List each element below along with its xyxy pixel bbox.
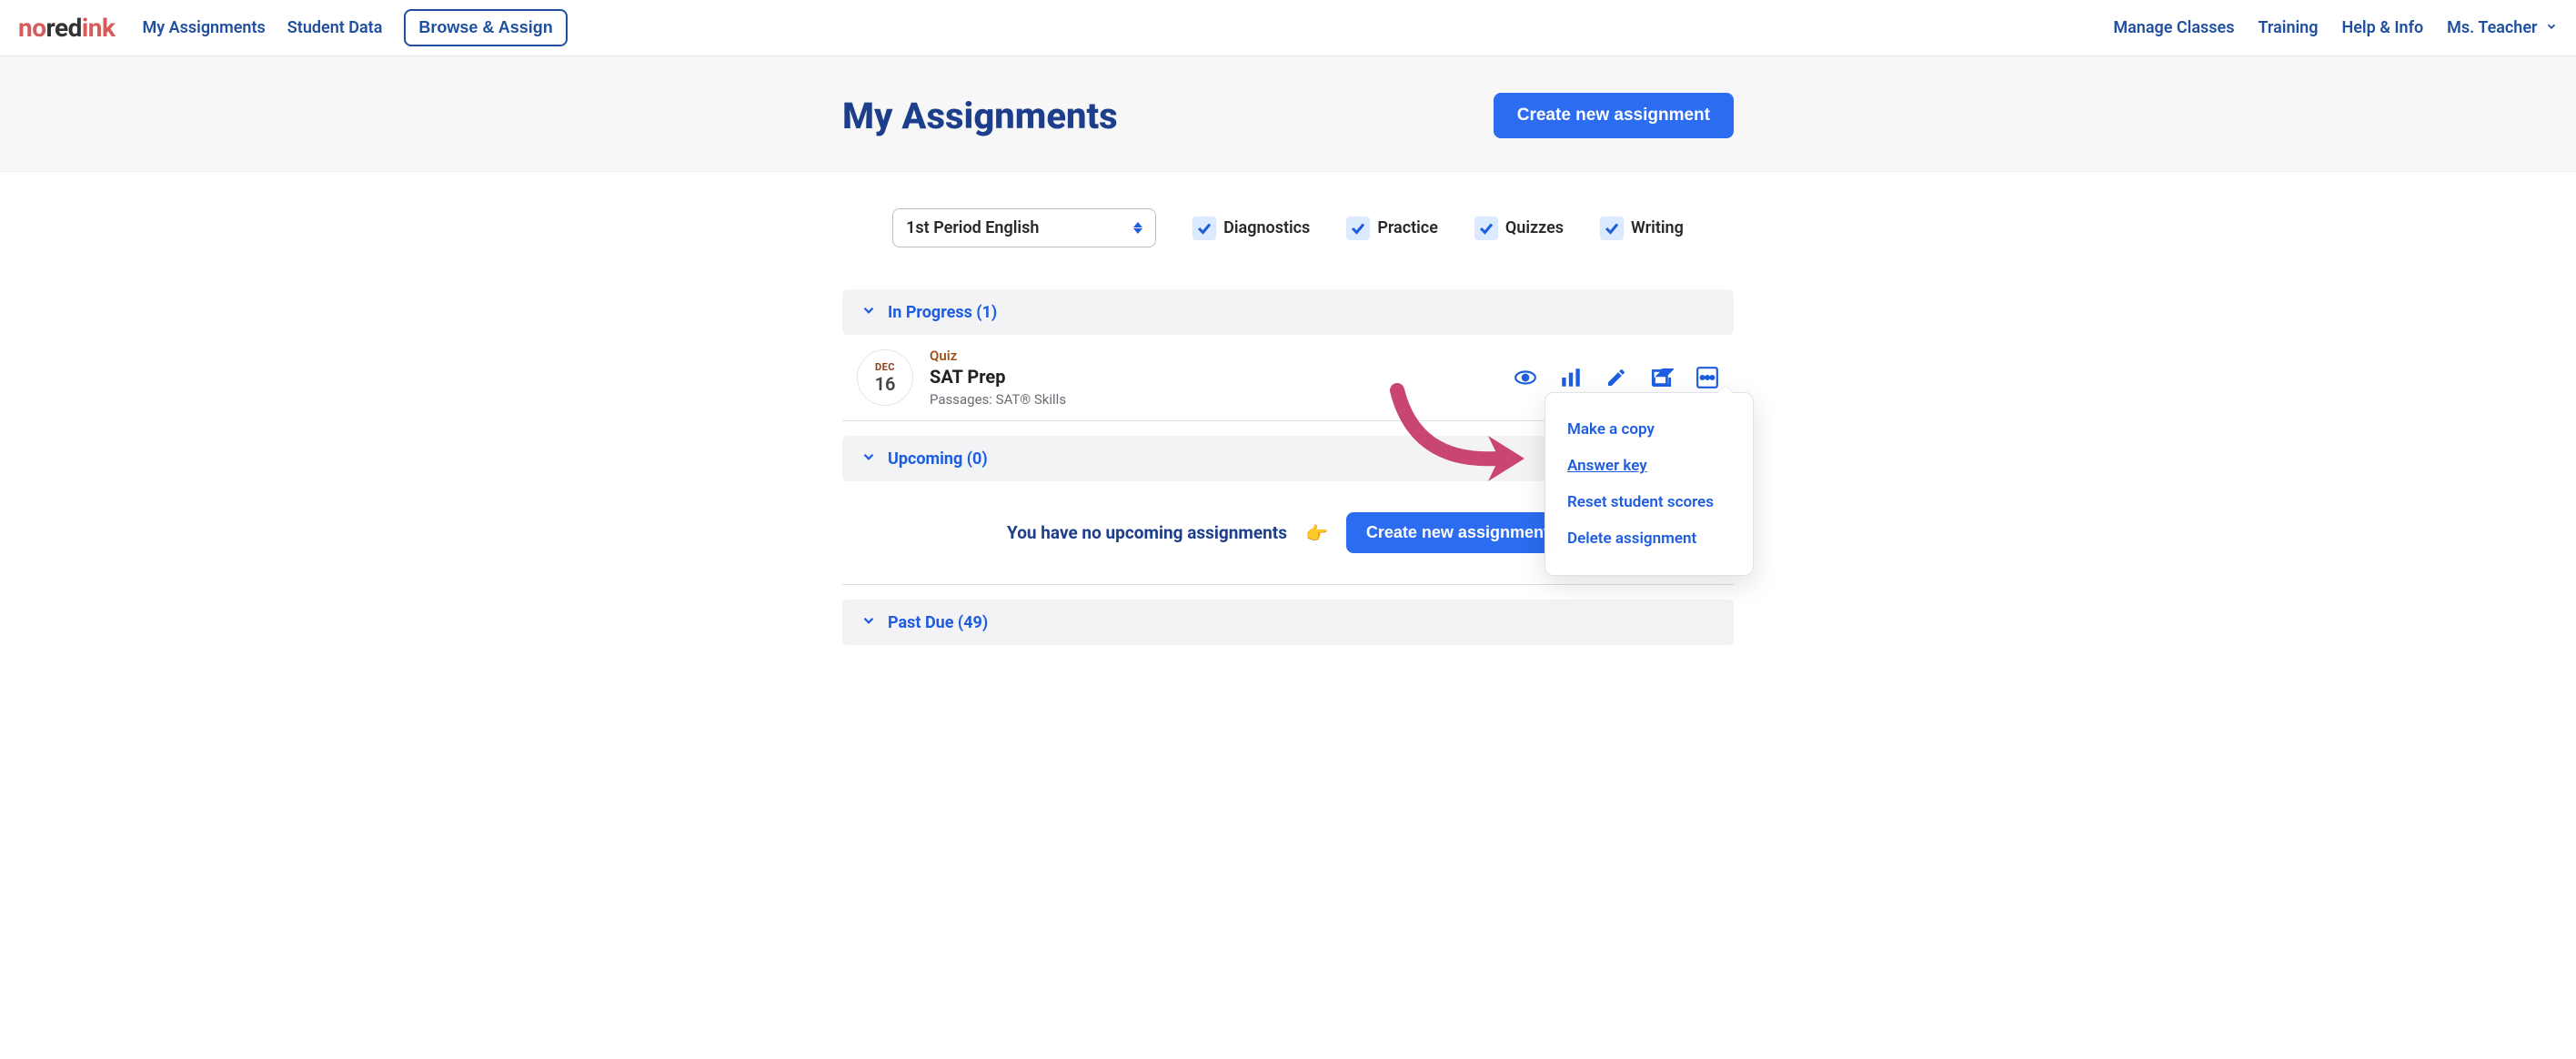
nav-training[interactable]: Training (2258, 18, 2318, 37)
page-header: My Assignments Create new assignment (0, 56, 2576, 172)
chevron-down-icon (860, 302, 877, 322)
logo-part-no: no (18, 13, 46, 43)
nav-user-label: Ms. Teacher (2447, 18, 2537, 37)
assignment-actions (1514, 366, 1719, 389)
select-sort-icon (1133, 222, 1142, 234)
class-select-value: 1st Period English (906, 218, 1039, 237)
date-day: 16 (875, 373, 896, 395)
filter-writing[interactable]: Writing (1600, 217, 1684, 240)
edit-icon[interactable] (1605, 366, 1628, 389)
nav-help-info[interactable]: Help & Info (2341, 18, 2423, 37)
create-assignment-button-inline[interactable]: Create new assignment (1346, 512, 1569, 553)
filter-quizzes[interactable]: Quizzes (1474, 217, 1564, 240)
more-popover: Make a copy Answer key Reset student sco… (1545, 392, 1754, 576)
logo-part-red: red (46, 13, 82, 43)
assignment-subtitle: Passages: SAT® Skills (930, 391, 1066, 408)
nav-left-group: My Assignments Student Data Browse & Ass… (142, 9, 567, 46)
nav-my-assignments[interactable]: My Assignments (142, 18, 265, 37)
date-month: DEC (875, 361, 895, 373)
empty-text: You have no upcoming assignments (1007, 522, 1287, 543)
filter-practice[interactable]: Practice (1346, 217, 1438, 240)
section-label: In Progress (1) (888, 303, 997, 322)
section-label: Past Due (49) (888, 613, 988, 632)
section-label: Upcoming (0) (888, 449, 988, 469)
checkbox-checked-icon (1600, 217, 1624, 240)
class-select[interactable]: 1st Period English (892, 208, 1156, 247)
create-assignment-button[interactable]: Create new assignment (1494, 93, 1734, 138)
nav-user-menu[interactable]: Ms. Teacher (2447, 18, 2558, 37)
popover-make-copy[interactable]: Make a copy (1567, 411, 1731, 448)
filter-label: Writing (1631, 218, 1684, 237)
checkbox-checked-icon (1346, 217, 1370, 240)
filters-row: 1st Period English Diagnostics Practice … (842, 172, 1734, 275)
more-icon[interactable] (1696, 366, 1719, 389)
popover-reset-scores[interactable]: Reset student scores (1567, 484, 1731, 520)
nav-right-group: Manage Classes Training Help & Info Ms. … (2113, 18, 2558, 37)
logo[interactable]: noredink (18, 13, 115, 43)
pointing-hand-icon: 👉 (1305, 522, 1328, 544)
filter-diagnostics[interactable]: Diagnostics (1192, 217, 1310, 240)
share-icon[interactable] (1650, 366, 1674, 389)
popover-caret-icon (1718, 386, 1733, 393)
logo-part-ink: ink (82, 13, 116, 43)
section-past-due[interactable]: Past Due (49) (842, 600, 1734, 645)
date-badge: DEC 16 (857, 349, 913, 406)
filter-label: Diagnostics (1223, 218, 1310, 237)
browse-assign-button[interactable]: Browse & Assign (404, 9, 567, 46)
popover-delete[interactable]: Delete assignment (1567, 520, 1731, 557)
chevron-down-icon (2545, 18, 2558, 37)
nav-student-data[interactable]: Student Data (287, 18, 383, 37)
nav-manage-classes[interactable]: Manage Classes (2113, 18, 2234, 37)
assignment-title: SAT Prep (930, 366, 1066, 388)
chevron-down-icon (860, 612, 877, 632)
page-title: My Assignments (842, 95, 1118, 137)
preview-icon[interactable] (1514, 366, 1537, 389)
section-in-progress[interactable]: In Progress (1) (842, 289, 1734, 335)
popover-answer-key[interactable]: Answer key (1567, 448, 1731, 484)
filter-label: Practice (1377, 218, 1438, 237)
checkbox-checked-icon (1474, 217, 1498, 240)
checkbox-checked-icon (1192, 217, 1216, 240)
chevron-down-icon (860, 449, 877, 469)
assignment-type: Quiz (930, 348, 1066, 364)
report-icon[interactable] (1559, 366, 1583, 389)
filter-label: Quizzes (1505, 218, 1564, 237)
top-nav: noredink My Assignments Student Data Bro… (0, 0, 2576, 56)
assignment-meta: Quiz SAT Prep Passages: SAT® Skills (930, 348, 1066, 408)
